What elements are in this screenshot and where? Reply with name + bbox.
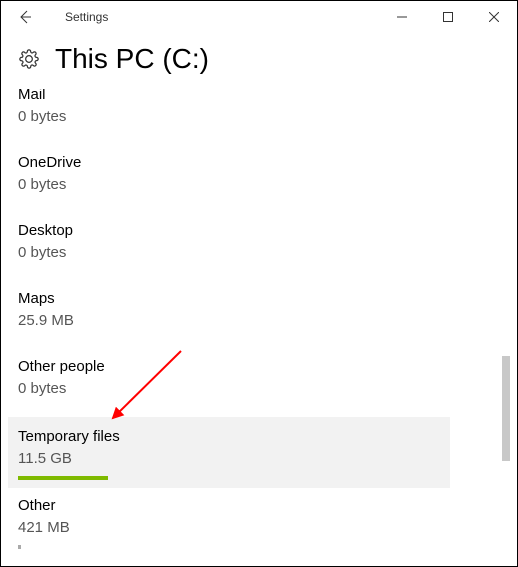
storage-item-other[interactable]: Other 421 MB [18,488,500,549]
storage-item-desktop[interactable]: Desktop 0 bytes [18,213,500,281]
storage-size: 0 bytes [18,107,500,127]
close-button[interactable] [471,1,517,33]
storage-bar [18,476,108,480]
titlebar: Settings [1,1,517,33]
storage-item-other-people[interactable]: Other people 0 bytes [18,349,500,417]
close-icon [489,12,499,22]
storage-size: 0 bytes [18,175,500,195]
window-controls [379,1,517,33]
storage-name: Maps [18,289,500,309]
storage-name: Other people [18,357,500,377]
storage-size: 0 bytes [18,379,500,399]
storage-item-maps[interactable]: Maps 25.9 MB [18,281,500,349]
storage-item-mail[interactable]: Mail 0 bytes [18,89,500,145]
back-button[interactable] [9,1,41,33]
storage-size: 421 MB [18,518,500,538]
gear-icon [19,49,39,69]
back-arrow-icon [17,9,33,25]
page-title: This PC (C:) [55,43,209,75]
page-header: This PC (C:) [1,33,517,83]
minimize-button[interactable] [379,1,425,33]
storage-name: OneDrive [18,153,500,173]
scroll-area[interactable]: Mail 0 bytes OneDrive 0 bytes Desktop 0 … [8,89,510,555]
storage-bar [18,545,21,549]
storage-item-temporary-files[interactable]: Temporary files 11.5 GB [8,417,450,488]
maximize-button[interactable] [425,1,471,33]
app-title: Settings [65,10,108,24]
minimize-icon [397,12,407,22]
storage-size: 11.5 GB [18,449,440,469]
storage-name: Temporary files [18,427,440,447]
storage-name: Other [18,496,500,516]
storage-name: Desktop [18,221,500,241]
storage-item-onedrive[interactable]: OneDrive 0 bytes [18,145,500,213]
storage-size: 0 bytes [18,243,500,263]
storage-name: Mail [18,89,500,105]
scrollbar[interactable] [502,96,510,554]
maximize-icon [443,12,453,22]
scrollbar-thumb[interactable] [502,356,510,461]
storage-size: 25.9 MB [18,311,500,331]
storage-content: Mail 0 bytes OneDrive 0 bytes Desktop 0 … [8,89,510,559]
